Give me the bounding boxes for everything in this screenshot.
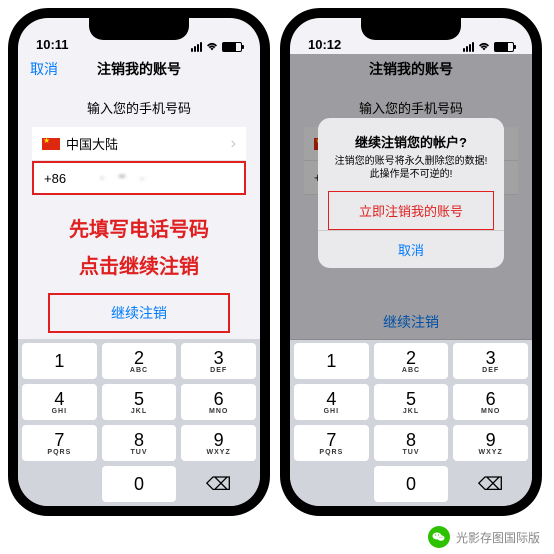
keypad-3[interactable]: 3DEF [453,343,528,379]
keypad-1[interactable]: 1 [294,343,369,379]
phone-right: 10:12 注销我的账号 输入您的手机号码 +86 继续注销 [280,8,542,516]
keypad-2[interactable]: 2ABC [102,343,177,379]
annotation-step2: 点击继续注销 [18,250,260,279]
keypad-7[interactable]: 7PQRS [294,425,369,461]
continue-button[interactable]: 继续注销 [48,293,230,333]
keypad-4[interactable]: 4GHI [22,384,97,420]
keypad-0[interactable]: 0 [374,466,449,502]
nav-title: 注销我的账号 [97,59,181,79]
country-label: 中国大陆 [66,134,118,153]
phone-input-row[interactable]: +86 [32,161,246,195]
status-indicators [191,42,242,52]
screen-left: 10:11 取消 注销我的账号 输入您的手机号码 中国大陆 › [18,18,260,506]
keypad-3[interactable]: 3DEF [181,343,256,379]
battery-icon [494,42,514,52]
keypad-8[interactable]: 8TUV [102,425,177,461]
keypad-5[interactable]: 5JKL [102,384,177,420]
alert-dialog: 继续注销您的帐户? 注销您的账号将永久删除您的数据! 此操作是不可逆的! 立即注… [318,118,504,268]
wechat-attribution: 光影存图国际版 [428,526,540,548]
wechat-channel-name: 光影存图国际版 [456,529,540,546]
flag-icon [42,138,60,150]
numeric-keypad: 12ABC3DEF 4GHI5JKL6MNO 7PQRS8TUV9WXYZ0⌫ [18,339,260,506]
alert-cancel-button[interactable]: 取消 [318,230,504,268]
nav-cancel-button[interactable]: 取消 [30,59,58,79]
phone-prefix: +86 [44,171,66,186]
status-time: 10:11 [36,37,69,52]
chevron-right-icon: › [231,135,236,153]
wechat-icon [428,526,450,548]
screen-right: 10:12 注销我的账号 输入您的手机号码 +86 继续注销 [290,18,532,506]
keypad-5[interactable]: 5JKL [374,384,449,420]
phone-left: 10:11 取消 注销我的账号 输入您的手机号码 中国大陆 › [8,8,270,516]
keypad-delete[interactable]: ⌫ [453,466,528,502]
numeric-keypad: 12ABC3DEF 4GHI5JKL6MNO 7PQRS8TUV9WXYZ0⌫ [290,339,532,506]
keypad-1[interactable]: 1 [22,343,97,379]
keypad-9[interactable]: 9WXYZ [181,425,256,461]
keypad-0[interactable]: 0 [102,466,177,502]
status-time: 10:12 [308,37,341,52]
wifi-icon [477,42,491,52]
alert-destructive-button[interactable]: 立即注销我的账号 [328,191,494,230]
keypad-4[interactable]: 4GHI [294,384,369,420]
signal-icon [191,42,202,52]
alert-message-line1: 注销您的账号将永久删除您的数据! [330,155,492,168]
wifi-icon [205,42,219,52]
country-row[interactable]: 中国大陆 › [32,127,246,161]
keypad-9[interactable]: 9WXYZ [453,425,528,461]
keypad-8[interactable]: 8TUV [374,425,449,461]
status-indicators [463,42,514,52]
keypad-delete[interactable]: ⌫ [181,466,256,502]
battery-icon [222,42,242,52]
notch [361,18,461,40]
signal-icon [463,42,474,52]
alert-message-line2: 此操作是不可逆的! [330,168,492,181]
prompt-text: 输入您的手机号码 [18,84,260,127]
keypad-2[interactable]: 2ABC [374,343,449,379]
annotation-step1: 先填写电话号码 [18,213,260,242]
phone-number-blurred[interactable] [72,169,172,187]
keypad-7[interactable]: 7PQRS [22,425,97,461]
notch [89,18,189,40]
alert-title: 继续注销您的帐户? [330,132,492,151]
keypad-6[interactable]: 6MNO [181,384,256,420]
keypad-6[interactable]: 6MNO [453,384,528,420]
nav-bar: 取消 注销我的账号 [18,54,260,84]
